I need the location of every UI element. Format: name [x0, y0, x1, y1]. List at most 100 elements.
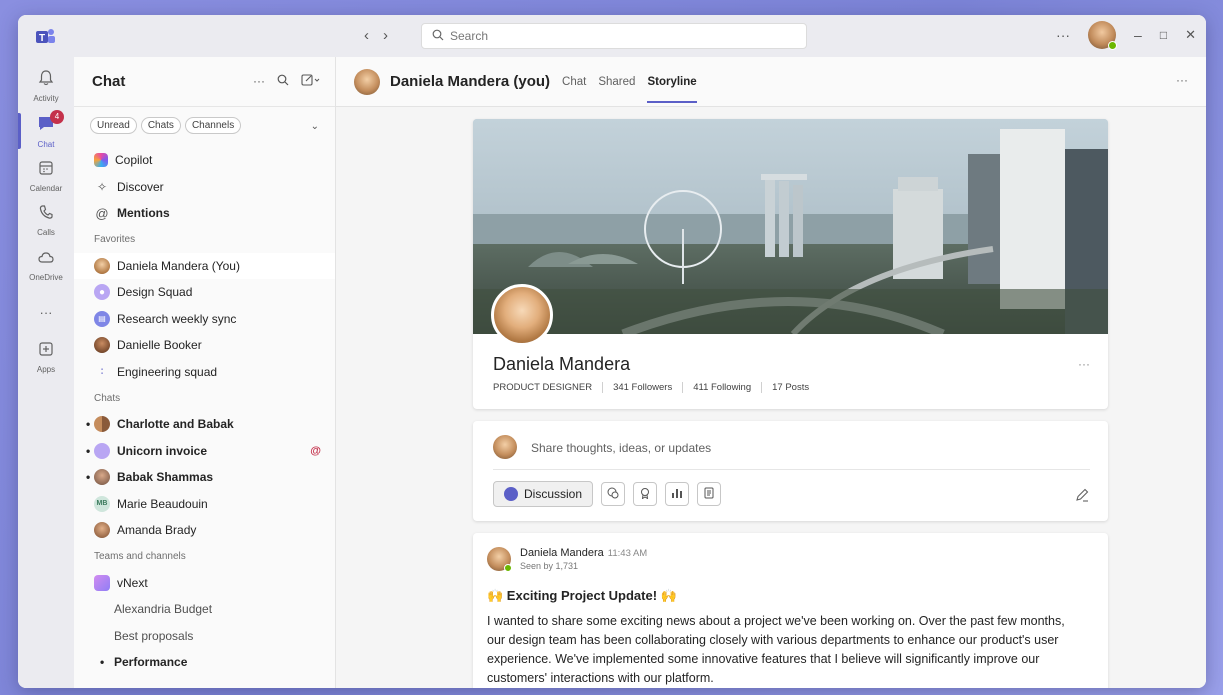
section-label-teams: Teams and channels	[94, 551, 186, 562]
filter-chats[interactable]: Chats	[140, 117, 181, 134]
more-options-icon[interactable]: ···	[253, 74, 265, 89]
document-icon	[703, 487, 715, 502]
rail-item-activity[interactable]: Activity	[18, 69, 74, 103]
list-item-charlotte-babak[interactable]: • Charlotte and Babak	[74, 411, 335, 438]
list-item-unicorn-invoice[interactable]: • Unicorn invoice @	[74, 438, 335, 465]
pen-icon[interactable]	[1074, 487, 1090, 506]
poll-button[interactable]	[665, 482, 690, 506]
more-options-icon[interactable]: ···	[1056, 27, 1070, 43]
list-item-copilot[interactable]: Copilot	[74, 147, 335, 174]
discussion-icon	[504, 487, 518, 501]
rail-label: Activity	[33, 94, 59, 103]
posts-count[interactable]: 17 Posts	[761, 382, 819, 393]
more-options-icon[interactable]: ···	[1078, 357, 1090, 371]
back-arrow-icon[interactable]: ‹	[364, 27, 369, 44]
forward-arrow-icon[interactable]: ›	[383, 27, 388, 44]
followers-link[interactable]: 341 Followers	[602, 382, 682, 393]
maximize-button[interactable]: □	[1160, 28, 1167, 42]
post-author[interactable]: Daniela Mandera 11:43 AM	[520, 547, 647, 559]
list-item-channel-proposals[interactable]: Best proposals	[74, 623, 335, 650]
unread-badge: 4	[50, 110, 64, 124]
post-author-name: Daniela Mandera	[520, 547, 604, 559]
list-item-label: Alexandria Budget	[114, 602, 213, 617]
question-icon	[607, 487, 619, 502]
search-input[interactable]: Search	[421, 23, 807, 49]
list-item-amanda[interactable]: Amanda Brady	[74, 517, 335, 544]
composer-input[interactable]: Share thoughts, ideas, or updates	[531, 441, 711, 455]
question-button[interactable]	[601, 482, 626, 506]
profile-stats: PRODUCT DESIGNER 341 Followers 411 Follo…	[493, 382, 819, 393]
rail-item-more[interactable]: ···	[18, 303, 74, 325]
active-indicator	[18, 113, 21, 149]
unread-dot: •	[86, 470, 91, 485]
filter-unread[interactable]: Unread	[90, 117, 137, 134]
tab-storyline[interactable]: Storyline	[647, 76, 697, 103]
article-button[interactable]	[697, 482, 722, 506]
storyline-feed: Daniela Mandera ··· PRODUCT DESIGNER 341…	[473, 119, 1108, 688]
discussion-label: Discussion	[524, 487, 583, 501]
close-button[interactable]: ✕	[1185, 27, 1196, 43]
list-item-channel-alexandria[interactable]: Alexandria Budget	[74, 596, 335, 623]
profile-role: PRODUCT DESIGNER	[493, 382, 593, 393]
rail-label: OneDrive	[29, 273, 63, 282]
list-item-marie[interactable]: MB Marie Beaudouin	[74, 491, 335, 518]
conversation-title: Daniela Mandera (you)	[390, 73, 551, 90]
list-item-channel-performance[interactable]: • Performance	[74, 649, 335, 676]
rail-item-apps[interactable]: Apps	[18, 340, 74, 374]
minimize-button[interactable]: –	[1134, 27, 1142, 43]
group-avatar	[94, 416, 110, 433]
user-avatar[interactable]	[1088, 21, 1118, 50]
list-item-engineering-squad[interactable]: ∶ Engineering squad	[74, 359, 335, 386]
cover-photo	[473, 119, 1108, 334]
svg-text:T: T	[39, 33, 45, 44]
list-item-label: Research weekly sync	[117, 311, 237, 326]
list-item-label: Babak Shammas	[117, 470, 214, 485]
copilot-icon	[94, 153, 108, 168]
list-item-label: Design Squad	[117, 285, 193, 300]
more-options-icon[interactable]: ···	[1176, 73, 1188, 87]
tab-shared[interactable]: Shared	[598, 76, 635, 88]
list-item-design-squad[interactable]: ● Design Squad	[74, 279, 335, 306]
list-item-babak[interactable]: • Babak Shammas	[74, 464, 335, 491]
rail-item-chat[interactable]: 4 Chat	[18, 110, 74, 149]
meeting-icon: ▤	[94, 310, 110, 327]
new-chat-icon[interactable]	[301, 74, 321, 89]
group-icon: ∶	[100, 366, 104, 379]
teams-logo-icon: T	[34, 26, 56, 46]
rail-item-calendar[interactable]: Calendar	[18, 159, 74, 193]
praise-button[interactable]	[633, 482, 658, 506]
search-icon[interactable]	[277, 74, 289, 89]
list-item-discover[interactable]: ✧ Discover	[74, 174, 335, 201]
app-rail: Activity 4 Chat Calendar Calls OneDrive …	[18, 57, 74, 688]
list-item-daniela[interactable]: Daniela Mandera (You)	[74, 252, 335, 279]
avatar	[94, 337, 110, 354]
list-item-label: Danielle Booker	[117, 338, 202, 353]
post-composer: Share thoughts, ideas, or updates Discus…	[473, 421, 1108, 521]
list-item-danielle[interactable]: Danielle Booker	[74, 332, 335, 359]
list-item-label: Marie Beaudouin	[117, 496, 208, 511]
list-item-label: Discover	[117, 179, 164, 194]
rail-item-onedrive[interactable]: OneDrive	[18, 248, 74, 282]
list-item-research-sync[interactable]: ▤ Research weekly sync	[74, 306, 335, 333]
avatar-initials: MB	[94, 495, 110, 512]
filter-channels[interactable]: Channels	[184, 117, 242, 134]
list-item-label: Unicorn invoice	[117, 443, 208, 458]
mention-icon: @	[310, 444, 321, 457]
avatar	[493, 435, 517, 459]
profile-card: Daniela Mandera ··· PRODUCT DESIGNER 341…	[473, 119, 1108, 409]
list-item-label: Performance	[114, 655, 188, 670]
more-icon: ···	[39, 305, 53, 320]
post-title: 🙌 Exciting Project Update! 🙌	[487, 588, 677, 603]
list-item-team-vnext[interactable]: vNext	[74, 570, 335, 597]
tab-chat[interactable]: Chat	[562, 76, 586, 88]
chat-list-pane: Chat ··· Unread Chats Channels ⌄ Copilot…	[74, 57, 336, 688]
list-item-mentions[interactable]: @ Mentions	[74, 200, 335, 227]
search-placeholder: Search	[450, 29, 489, 43]
discussion-button[interactable]: Discussion	[493, 481, 594, 507]
profile-avatar[interactable]	[491, 284, 553, 346]
following-link[interactable]: 411 Following	[682, 382, 761, 393]
phone-icon	[18, 203, 74, 226]
group-avatar	[94, 442, 110, 459]
rail-item-calls[interactable]: Calls	[18, 203, 74, 237]
chevron-down-icon[interactable]: ⌄	[311, 121, 319, 132]
